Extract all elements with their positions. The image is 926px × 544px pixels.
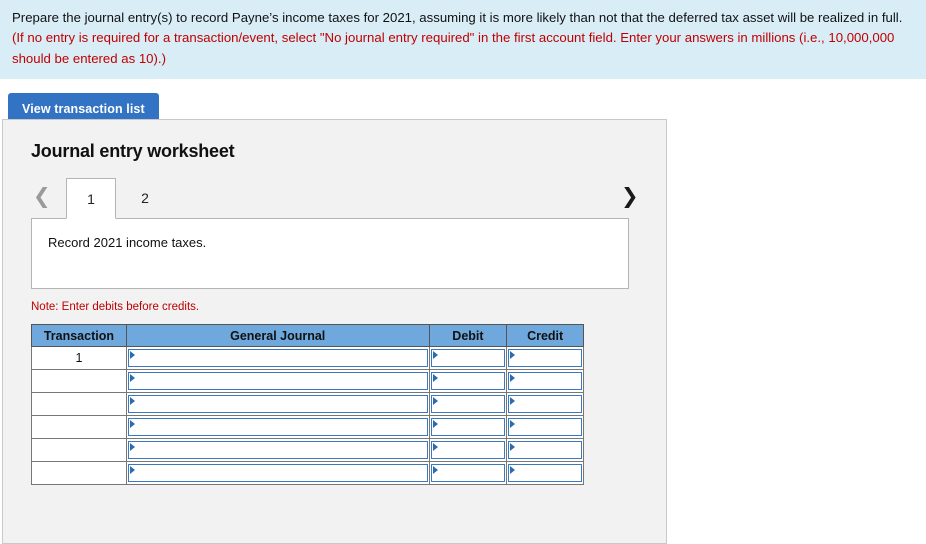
- table-header-row: Transaction General Journal Debit Credit: [31, 324, 584, 347]
- transaction-description-text: Record 2021 income taxes.: [48, 235, 207, 250]
- worksheet-tabs: ❮ 1 2 ❯: [3, 178, 666, 219]
- dropdown-arrow-icon: [510, 351, 516, 359]
- column-header-general-journal: General Journal: [125, 324, 430, 347]
- dropdown-arrow-icon: [510, 374, 516, 382]
- dropdown-arrow-icon: [510, 420, 516, 428]
- debit-input-6[interactable]: [428, 461, 508, 485]
- journal-entry-worksheet-panel: Journal entry worksheet ❮ 1 2 ❯ Record 2…: [2, 119, 667, 544]
- dropdown-arrow-icon: [510, 466, 516, 474]
- credit-input-4[interactable]: [506, 415, 584, 439]
- dropdown-arrow-icon: [432, 374, 438, 382]
- column-header-transaction: Transaction: [31, 324, 127, 347]
- dropdown-arrow-icon: [129, 397, 135, 405]
- dropdown-arrow-icon: [432, 351, 438, 359]
- instruction-required-text: (If no entry is required for a transacti…: [12, 30, 895, 66]
- tab-1[interactable]: 1: [66, 178, 116, 219]
- credit-input-3[interactable]: [506, 392, 584, 416]
- dropdown-arrow-icon: [129, 374, 135, 382]
- column-header-credit: Credit: [506, 324, 584, 347]
- chevron-left-icon[interactable]: ❮: [33, 186, 51, 207]
- chevron-right-icon[interactable]: ❯: [621, 186, 639, 207]
- dropdown-arrow-icon: [432, 420, 438, 428]
- transaction-description-box: Record 2021 income taxes.: [31, 218, 629, 289]
- transaction-number-cell: [31, 438, 127, 462]
- table-row: 1: [31, 346, 584, 370]
- instructions-banner: Prepare the journal entry(s) to record P…: [0, 0, 926, 80]
- transaction-number-cell: [31, 392, 127, 416]
- debit-input-2[interactable]: [428, 369, 508, 393]
- debit-input-4[interactable]: [428, 415, 508, 439]
- dropdown-arrow-icon: [129, 420, 135, 428]
- credit-input-5[interactable]: [506, 438, 584, 462]
- credit-input-6[interactable]: [506, 461, 584, 485]
- transaction-number-cell: 1: [31, 346, 127, 370]
- debit-input-3[interactable]: [428, 392, 508, 416]
- general-journal-input-4[interactable]: [125, 415, 430, 439]
- debit-input-5[interactable]: [428, 438, 508, 462]
- dropdown-arrow-icon: [432, 443, 438, 451]
- table-row: [31, 438, 584, 462]
- tab-2[interactable]: 2: [120, 178, 170, 219]
- table-row: [31, 392, 584, 416]
- table-row: [31, 415, 584, 439]
- dropdown-arrow-icon: [129, 466, 135, 474]
- debits-before-credits-note: Note: Enter debits before credits.: [31, 301, 200, 313]
- general-journal-input-2[interactable]: [125, 369, 430, 393]
- general-journal-input-5[interactable]: [125, 438, 430, 462]
- worksheet-title: Journal entry worksheet: [31, 141, 235, 161]
- credit-input-1[interactable]: [506, 346, 584, 370]
- general-journal-input-3[interactable]: [125, 392, 430, 416]
- journal-entry-table: Transaction General Journal Debit Credit…: [31, 324, 584, 485]
- dropdown-arrow-icon: [510, 397, 516, 405]
- table-row: [31, 461, 584, 485]
- dropdown-arrow-icon: [432, 397, 438, 405]
- instruction-main-text: Prepare the journal entry(s) to record P…: [12, 10, 903, 25]
- dropdown-arrow-icon: [510, 443, 516, 451]
- dropdown-arrow-icon: [129, 351, 135, 359]
- column-header-debit: Debit: [428, 324, 508, 347]
- general-journal-input-1[interactable]: [125, 346, 430, 370]
- transaction-number-cell: [31, 461, 127, 485]
- transaction-number-cell: [31, 415, 127, 439]
- table-row: [31, 369, 584, 393]
- dropdown-arrow-icon: [432, 466, 438, 474]
- debit-input-1[interactable]: [428, 346, 508, 370]
- transaction-number-cell: [31, 369, 127, 393]
- general-journal-input-6[interactable]: [125, 461, 430, 485]
- credit-input-2[interactable]: [506, 369, 584, 393]
- dropdown-arrow-icon: [129, 443, 135, 451]
